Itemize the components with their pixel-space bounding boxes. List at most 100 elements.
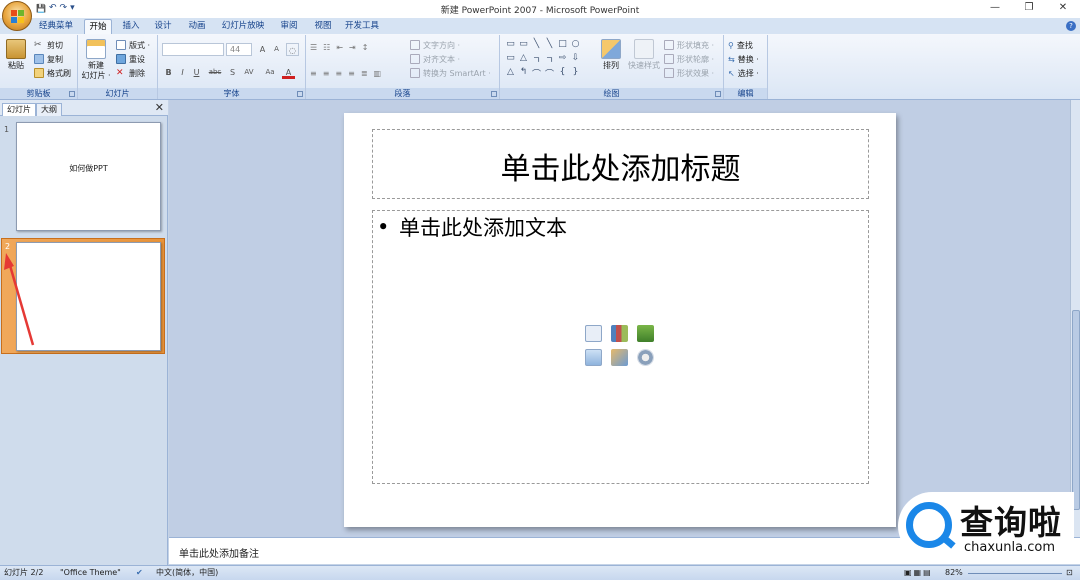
- group-label-paragraph: 段落: [306, 88, 499, 99]
- indent-icon[interactable]: ⇥: [349, 43, 356, 52]
- help-icon[interactable]: ?: [1066, 21, 1076, 31]
- quick-styles-button[interactable]: 快速样式: [626, 39, 662, 71]
- status-bar: 幻灯片 2/2 "Office Theme" ✔ 中文(简体，中国) ▣▦▤ 8…: [0, 565, 1080, 580]
- bold-button[interactable]: B: [162, 66, 175, 79]
- tab-design[interactable]: 设计: [150, 19, 176, 34]
- text-direction-label: 文字方向 ·: [423, 40, 461, 50]
- clipboard-launcher-icon[interactable]: [69, 91, 75, 97]
- clear-format-icon[interactable]: ◌: [286, 43, 299, 56]
- insert-picture-icon[interactable]: [585, 349, 602, 366]
- char-spacing-button[interactable]: AV: [240, 66, 258, 79]
- scroll-thumb[interactable]: [1072, 310, 1080, 510]
- align-right-icon[interactable]: ≡: [335, 69, 342, 78]
- drawing-launcher-icon[interactable]: [715, 91, 721, 97]
- insert-media-icon[interactable]: [637, 349, 654, 366]
- font-size-combo[interactable]: 44: [226, 43, 252, 56]
- minimize-button[interactable]: —: [978, 0, 1012, 18]
- tab-view[interactable]: 视图: [310, 19, 336, 34]
- text-direction-button[interactable]: 文字方向 ·: [410, 39, 460, 51]
- font-launcher-icon[interactable]: [297, 91, 303, 97]
- restore-button[interactable]: ❐: [1012, 0, 1046, 18]
- close-button[interactable]: ✕: [1046, 0, 1080, 18]
- office-button[interactable]: [2, 1, 32, 31]
- tab-insert[interactable]: 插入: [118, 19, 144, 34]
- replace-button[interactable]: ⇆ 替换 ·: [728, 53, 759, 65]
- tab-developer[interactable]: 开发工具: [342, 19, 382, 34]
- outdent-icon[interactable]: ⇤: [336, 43, 343, 52]
- change-case-button[interactable]: Aa: [262, 66, 278, 79]
- shape-gallery[interactable]: ▭ ▭ ╲ ╲ □ ○ ▭ △ ㄱㄱ ⇨ ⇩ △ ↰ ⌒ ⌒{}: [504, 39, 582, 81]
- bullets-icon[interactable]: ☰: [310, 43, 317, 52]
- shape-fill-button[interactable]: 形状填充 ·: [664, 39, 714, 51]
- new-slide-button[interactable]: 新建 幻灯片 ·: [80, 39, 112, 81]
- tab-home[interactable]: 开始: [84, 19, 112, 34]
- zoom-slider[interactable]: [968, 573, 1062, 574]
- font-color-button[interactable]: A: [282, 66, 295, 79]
- zoom-level[interactable]: 82%: [945, 566, 963, 580]
- format-painter-button[interactable]: 格式刷: [34, 67, 71, 79]
- insert-clipart-icon[interactable]: [611, 349, 628, 366]
- align-text-button[interactable]: 对齐文本 ·: [410, 53, 460, 65]
- tab-review[interactable]: 审阅: [276, 19, 302, 34]
- slide-thumbnail-1[interactable]: 如何做PPT: [16, 122, 161, 231]
- fit-window-icon[interactable]: ⊡: [1066, 566, 1073, 580]
- distribute-icon[interactable]: ≣: [361, 69, 368, 78]
- tab-animations[interactable]: 动画: [184, 19, 210, 34]
- align-center-icon[interactable]: ≡: [323, 69, 330, 78]
- vertical-scrollbar[interactable]: [1070, 100, 1080, 537]
- find-button[interactable]: ⚲ 查找: [728, 39, 753, 51]
- columns-icon[interactable]: ▥: [374, 69, 382, 78]
- justify-icon[interactable]: ≡: [348, 69, 355, 78]
- paragraph-launcher-icon[interactable]: [491, 91, 497, 97]
- office-logo-icon: [11, 10, 24, 23]
- align-left-icon[interactable]: ≡: [310, 69, 317, 78]
- convert-smartart-button[interactable]: 转换为 SmartArt ·: [410, 67, 491, 79]
- group-paragraph: ☰ ☷ ⇤ ⇥ ↕ 文字方向 · 对齐文本 · 转换为 SmartArt · ≡ ≡ ≡ ≡ ≣…: [306, 35, 500, 99]
- arrange-label: 排列: [603, 61, 619, 70]
- copy-button[interactable]: 复制: [34, 53, 63, 65]
- reset-label: 重设: [129, 54, 145, 64]
- brush-icon: [34, 68, 44, 78]
- group-label-editing: 编辑: [724, 88, 767, 99]
- pane-close-icon[interactable]: ✕: [155, 101, 164, 114]
- slide-number: 1: [4, 125, 10, 134]
- cut-button[interactable]: ✂ 剪切: [34, 39, 63, 51]
- insert-smartart-icon[interactable]: [637, 325, 654, 342]
- insert-chart-icon[interactable]: [611, 325, 628, 342]
- quick-styles-icon: [634, 39, 654, 59]
- arrange-button[interactable]: 排列: [598, 39, 624, 71]
- tab-slides[interactable]: 幻灯片: [2, 103, 36, 116]
- copy-icon: [34, 54, 44, 64]
- shadow-button[interactable]: S: [226, 66, 239, 79]
- numbering-icon[interactable]: ☷: [323, 43, 330, 52]
- slide-thumbnail-2[interactable]: [16, 242, 161, 351]
- strikethrough-button[interactable]: abc: [206, 66, 224, 79]
- shape-outline-button[interactable]: 形状轮廓 ·: [664, 53, 714, 65]
- underline-button[interactable]: U: [190, 66, 203, 79]
- shape-effects-button[interactable]: 形状效果 ·: [664, 67, 714, 79]
- italic-button[interactable]: I: [176, 66, 189, 79]
- shrink-font-button[interactable]: A: [270, 43, 283, 56]
- replace-icon: ⇆: [728, 54, 735, 64]
- view-buttons-icon[interactable]: ▣▦▤: [904, 566, 933, 580]
- outline-icon: [664, 54, 674, 64]
- paste-button[interactable]: 粘贴: [4, 39, 28, 71]
- font-name-combo[interactable]: [162, 43, 224, 56]
- tab-classic-menu[interactable]: 经典菜单: [36, 19, 76, 34]
- tab-slideshow[interactable]: 幻灯片放映: [218, 19, 268, 34]
- watermark-logo-icon: [906, 502, 952, 548]
- reset-button[interactable]: 重设: [116, 53, 145, 65]
- spellcheck-icon[interactable]: ✔: [136, 566, 143, 580]
- insert-table-icon[interactable]: [585, 325, 602, 342]
- delete-slide-button[interactable]: ✕ 删除: [116, 67, 145, 79]
- title-placeholder[interactable]: 单击此处添加标题: [372, 129, 869, 199]
- tab-outline[interactable]: 大纲: [36, 103, 62, 116]
- shape-fill-label: 形状填充 ·: [677, 40, 715, 50]
- content-placeholder[interactable]: • 单击此处添加文本: [372, 210, 869, 484]
- slide-number: 2: [5, 242, 11, 251]
- line-spacing-icon[interactable]: ↕: [362, 43, 369, 52]
- fill-icon: [664, 40, 674, 50]
- grow-font-button[interactable]: A: [256, 43, 269, 56]
- select-button[interactable]: ↖ 选择 ·: [728, 67, 759, 79]
- layout-button[interactable]: 版式 ·: [116, 39, 150, 51]
